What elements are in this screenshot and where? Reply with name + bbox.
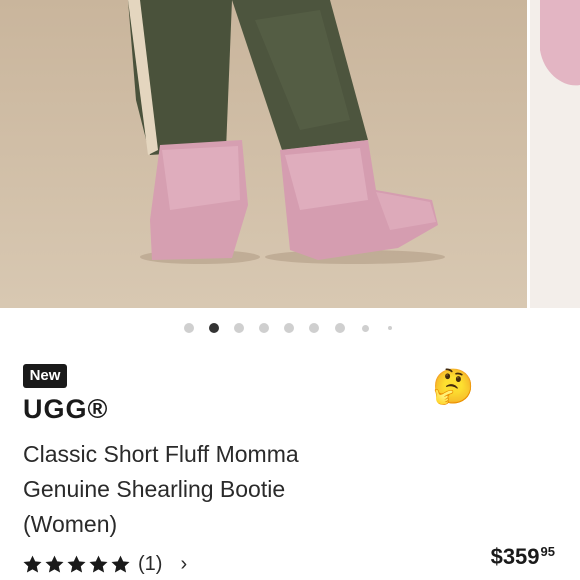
star-icon (111, 555, 130, 573)
rating-summary[interactable]: (1) › (22, 548, 187, 580)
product-photo[interactable] (0, 0, 527, 308)
new-badge: New (23, 364, 67, 388)
rating-stars (22, 554, 132, 575)
star-icon (23, 555, 42, 573)
review-count[interactable]: (1) (138, 553, 162, 576)
gallery-dot[interactable] (259, 323, 269, 333)
gallery-dot[interactable] (284, 323, 294, 333)
brand-name[interactable]: UGG® (23, 394, 108, 425)
star-icon (67, 555, 86, 573)
product-title: Classic Short Fluff Momma Genuine Shearl… (23, 437, 363, 542)
star-icon (89, 555, 108, 573)
chevron-right-icon[interactable]: › (180, 553, 187, 576)
product-title-line-1: Classic Short Fluff Momma (23, 441, 299, 467)
gallery-dot[interactable] (234, 323, 244, 333)
gallery-pagination-dots[interactable] (0, 318, 580, 338)
product-image-gallery[interactable] (0, 0, 580, 308)
price: $35995 (491, 544, 555, 570)
gallery-dot[interactable] (388, 326, 392, 330)
next-product-photo-preview[interactable] (530, 0, 580, 308)
product-title-line-3: (Women) (23, 511, 118, 537)
price-cents: 95 (540, 544, 555, 559)
gallery-dot[interactable] (335, 323, 345, 333)
product-title-line-2: Genuine Shearling Bootie (23, 476, 286, 502)
gallery-dot[interactable] (184, 323, 194, 333)
gallery-dot[interactable] (309, 323, 319, 333)
thinking-face-emoji: 🤔 (432, 368, 475, 406)
star-icon (45, 555, 64, 573)
gallery-dot[interactable] (361, 324, 369, 332)
gallery-dot[interactable] (209, 323, 219, 333)
price-main: $359 (490, 544, 540, 569)
